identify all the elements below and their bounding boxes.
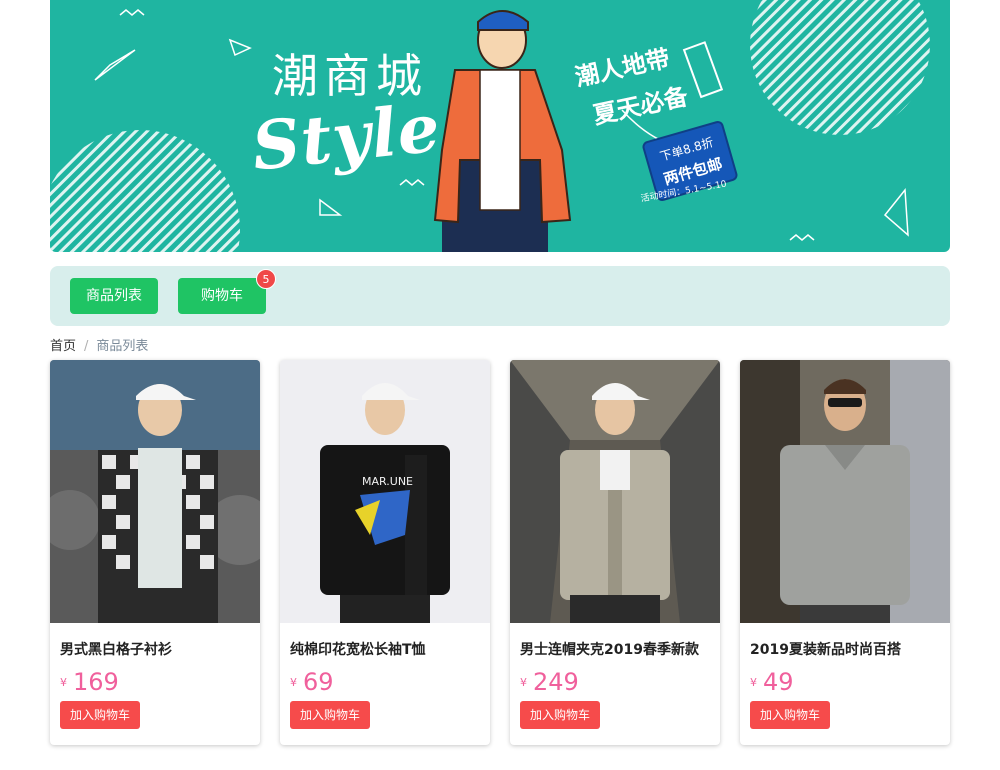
product-card[interactable]: 男士连帽夹克2019春季新款 ¥249 加入购物车 [510, 360, 720, 745]
product-price: ¥249 [520, 668, 579, 696]
product-name[interactable]: 纯棉印花宽松长袖T恤 [290, 639, 426, 659]
product-image[interactable] [50, 360, 260, 623]
add-to-cart-button[interactable]: 加入购物车 [750, 701, 830, 729]
price-value: 169 [73, 668, 119, 696]
promo-banner[interactable]: 潮商城 Style 潮人地带 夏天必备 下单8.8折 两件包邮 活动时间：5.1… [50, 0, 950, 252]
product-name[interactable]: 男式黑白格子衬衫 [60, 639, 172, 659]
currency-symbol: ¥ [290, 675, 297, 689]
svg-text:MAR.UNE: MAR.UNE [362, 475, 413, 488]
price-value: 249 [533, 668, 579, 696]
nav-bar: 商品列表 购物车 5 [50, 266, 950, 326]
product-card[interactable]: 2019夏装新品时尚百搭 ¥49 加入购物车 [740, 360, 950, 745]
breadcrumb-separator: / [84, 339, 89, 354]
product-card[interactable]: MAR.UNE 纯棉印花宽松长袖T恤 ¥69 加入购物车 [280, 360, 490, 745]
product-name[interactable]: 男士连帽夹克2019春季新款 [520, 639, 699, 659]
product-name[interactable]: 2019夏装新品时尚百搭 [750, 639, 901, 659]
product-image[interactable] [740, 360, 950, 623]
add-to-cart-button[interactable]: 加入购物车 [60, 701, 140, 729]
cartoon-character [433, 10, 572, 252]
product-price: ¥69 [290, 668, 334, 696]
price-value: 69 [303, 668, 334, 696]
banner-decorations [50, 0, 930, 252]
currency-symbol: ¥ [750, 675, 757, 689]
currency-symbol: ¥ [60, 675, 67, 689]
cart-count-badge: 5 [256, 269, 276, 289]
currency-symbol: ¥ [520, 675, 527, 689]
product-price: ¥169 [60, 668, 119, 696]
cart-button[interactable]: 购物车 [178, 278, 266, 314]
add-to-cart-button[interactable]: 加入购物车 [290, 701, 370, 729]
price-value: 49 [763, 668, 794, 696]
add-to-cart-button[interactable]: 加入购物车 [520, 701, 600, 729]
breadcrumb-home[interactable]: 首页 [50, 339, 76, 354]
product-card[interactable]: 男式黑白格子衬衫 ¥169 加入购物车 [50, 360, 260, 745]
breadcrumb-current: 商品列表 [96, 339, 149, 354]
product-image[interactable]: MAR.UNE [280, 360, 490, 623]
product-price: ¥49 [750, 668, 794, 696]
product-image[interactable] [510, 360, 720, 623]
breadcrumb: 首页 / 商品列表 [50, 335, 148, 354]
product-list-button[interactable]: 商品列表 [70, 278, 158, 314]
